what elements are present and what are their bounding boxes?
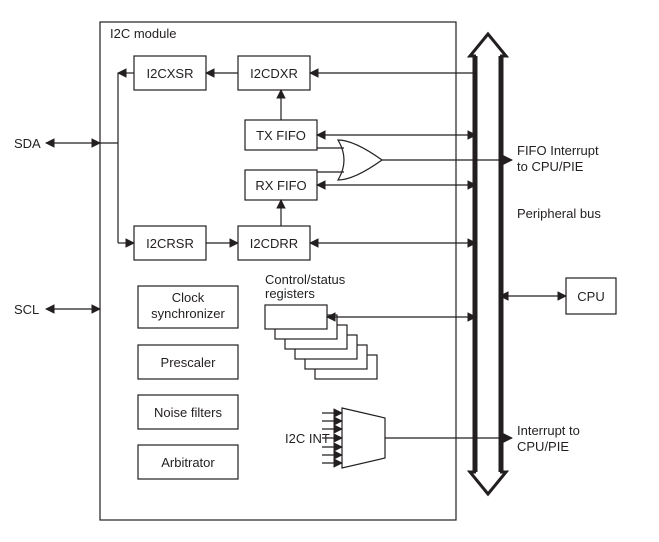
label-txfifo: TX FIFO [256, 128, 306, 143]
block-i2c-int-mux [342, 408, 385, 468]
label-clksync2: synchronizer [151, 306, 225, 321]
label-int1: Interrupt to [517, 423, 580, 438]
label-ctrl2: registers [265, 286, 315, 301]
label-ctrl1: Control/status [265, 272, 346, 287]
i2c-module-diagram: I2C module I2CXSR I2CDXR TX FIFO RX FIFO… [0, 0, 659, 542]
label-clksync1: Clock [172, 290, 205, 305]
label-arbitrator: Arbitrator [161, 455, 215, 470]
label-i2cxsr: I2CXSR [147, 66, 194, 81]
label-i2crsr: I2CRSR [146, 236, 194, 251]
label-fifo-int1: FIFO Interrupt [517, 143, 599, 158]
label-prescaler: Prescaler [161, 355, 217, 370]
label-scl: SCL [14, 302, 39, 317]
label-i2cdrr: I2CDRR [250, 236, 298, 251]
label-sda: SDA [14, 136, 41, 151]
label-noise: Noise filters [154, 405, 222, 420]
label-fifo-int2: to CPU/PIE [517, 159, 584, 174]
label-int2: CPU/PIE [517, 439, 569, 454]
module-title: I2C module [110, 26, 176, 41]
label-i2cdxr: I2CDXR [250, 66, 298, 81]
i2c-int-inputs [322, 413, 342, 463]
label-rxfifo: RX FIFO [255, 178, 306, 193]
label-cpu: CPU [577, 289, 604, 304]
label-peripheral-bus: Peripheral bus [517, 206, 601, 221]
